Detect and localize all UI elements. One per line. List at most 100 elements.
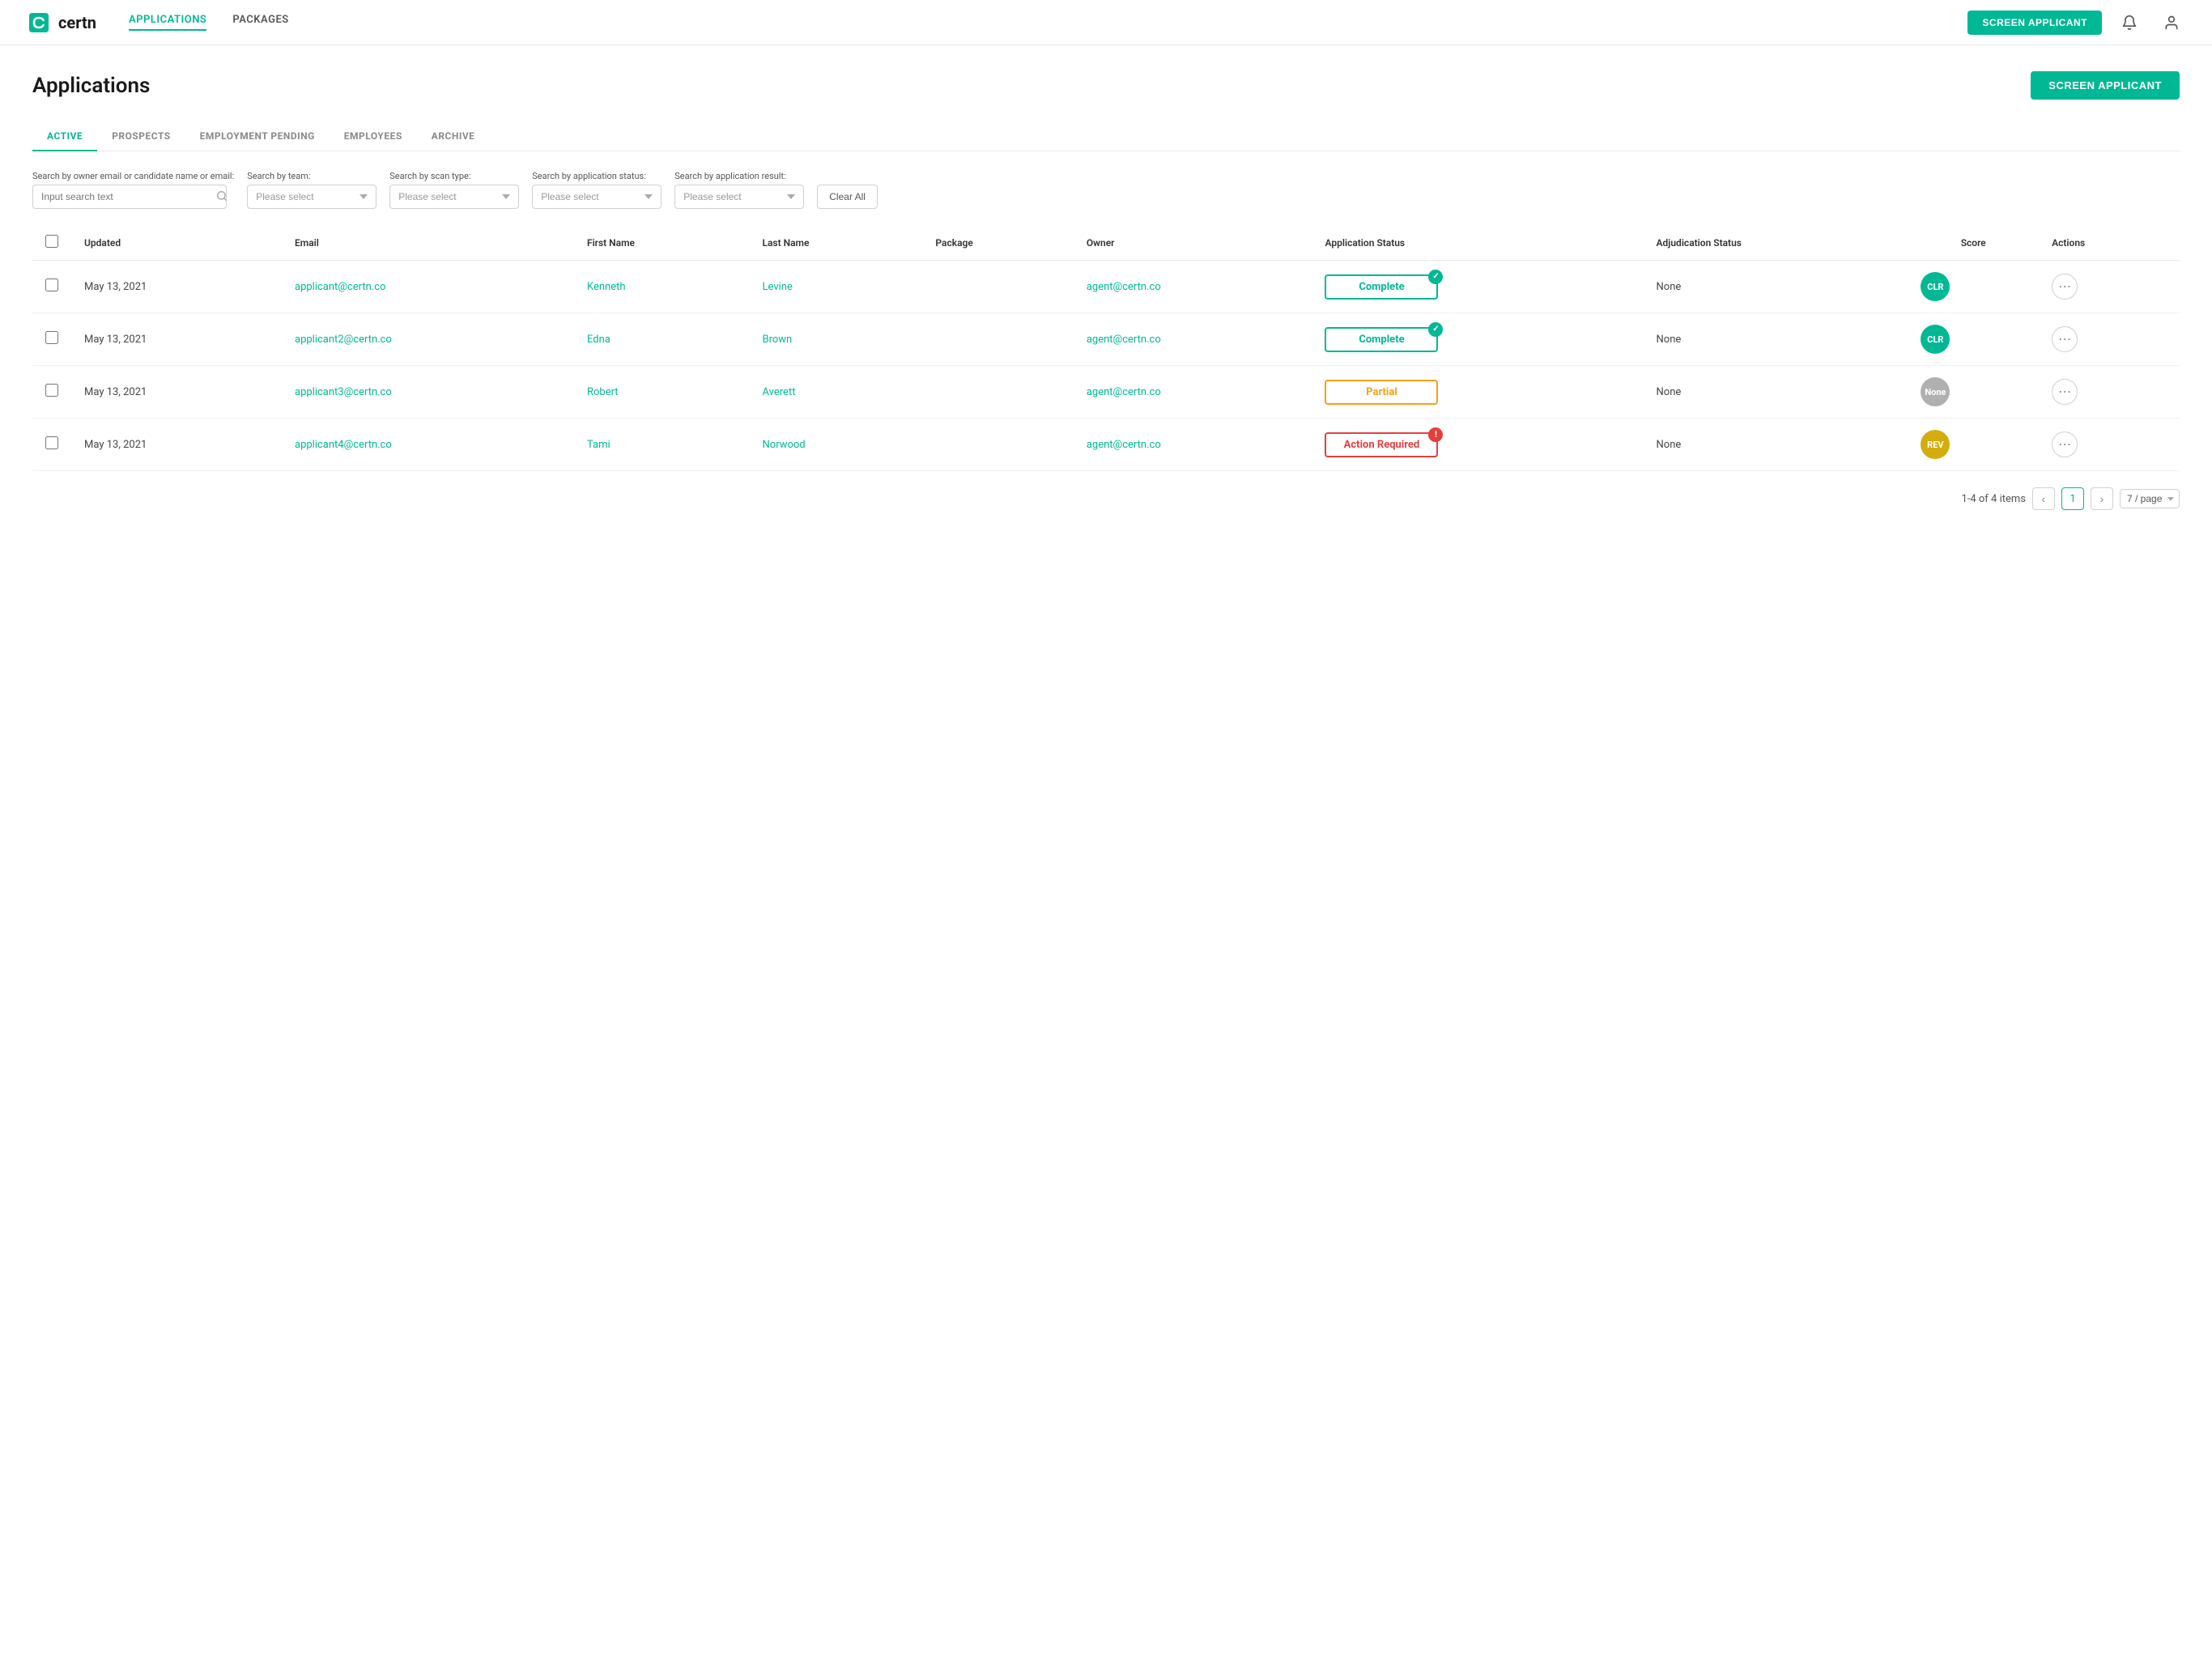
table-row: May 13, 2021 applicant2@certn.co Edna Br… (32, 313, 2180, 366)
nav-link-packages[interactable]: PACKAGES (232, 14, 288, 31)
pagination: 1-4 of 4 items ‹ 1 › 7 / page (32, 487, 2180, 510)
tab-employment-pending[interactable]: EMPLOYMENT PENDING (185, 122, 330, 151)
row-owner[interactable]: agent@certn.co (1074, 366, 1312, 419)
app-status-label: Search by application status: (532, 171, 661, 181)
team-label: Search by team: (247, 171, 376, 181)
row-updated: May 13, 2021 (71, 419, 282, 471)
brand-name: certn (58, 13, 96, 32)
score-badge: CLR (1921, 325, 1950, 354)
row-last-name[interactable]: Norwood (750, 419, 923, 471)
page-header: Applications SCREEN APPLICANT (32, 71, 2180, 100)
current-page[interactable]: 1 (2061, 487, 2084, 510)
row-last-name[interactable]: Brown (750, 313, 923, 366)
row-app-status-cell: Partial (1312, 366, 1643, 419)
certn-logo-icon (26, 10, 52, 36)
row-last-name[interactable]: Averett (750, 366, 923, 419)
screen-applicant-button[interactable]: SCREEN APPLICANT (2031, 71, 2180, 100)
check-badge: ✓ (1428, 322, 1443, 337)
col-app-status: Application Status (1312, 225, 1643, 261)
select-all-checkbox[interactable] (45, 235, 58, 248)
row-checkbox[interactable] (45, 278, 58, 291)
page-title: Applications (32, 74, 150, 98)
col-score: Score (1908, 225, 2039, 261)
row-owner[interactable]: agent@certn.co (1074, 419, 1312, 471)
col-first-name: First Name (574, 225, 750, 261)
scan-type-select[interactable]: Please select (389, 185, 519, 209)
app-status-badge[interactable]: Complete ✓ (1325, 327, 1438, 352)
navbar-right: SCREEN APPLICANT (1967, 8, 2186, 37)
row-email[interactable]: applicant2@certn.co (282, 313, 574, 366)
search-input[interactable] (32, 185, 227, 209)
tab-prospects[interactable]: PROSPECTS (97, 122, 185, 151)
row-adj-status: None (1644, 313, 1908, 366)
row-updated: May 13, 2021 (71, 366, 282, 419)
col-adj-status: Adjudication Status (1644, 225, 1908, 261)
team-select[interactable]: Please select (247, 185, 376, 209)
search-button[interactable] (216, 190, 228, 204)
row-score-cell: REV (1908, 419, 2039, 471)
row-actions-button[interactable]: ⋯ (2052, 379, 2078, 405)
page: Applications SCREEN APPLICANT ACTIVE PRO… (0, 45, 2212, 536)
applications-table: Updated Email First Name Last Name Packa… (32, 225, 2180, 471)
tab-employees[interactable]: EMPLOYEES (330, 122, 417, 151)
next-page-button[interactable]: › (2091, 487, 2113, 510)
row-first-name[interactable]: Kenneth (574, 261, 750, 313)
row-email[interactable]: applicant4@certn.co (282, 419, 574, 471)
row-first-name[interactable]: Edna (574, 313, 750, 366)
clear-all-button[interactable]: Clear All (817, 185, 878, 209)
row-updated: May 13, 2021 (71, 313, 282, 366)
row-checkbox-cell (32, 419, 71, 471)
row-first-name[interactable]: Tami (574, 419, 750, 471)
profile-button[interactable] (2157, 8, 2186, 37)
app-status-filter-group: Search by application status: Please sel… (532, 171, 661, 209)
row-package (922, 366, 1073, 419)
row-checkbox[interactable] (45, 436, 58, 449)
filters: Search by owner email or candidate name … (32, 171, 2180, 209)
col-last-name: Last Name (750, 225, 923, 261)
app-status-select[interactable]: Please select (532, 185, 661, 209)
nav-link-applications[interactable]: APPLICATIONS (129, 14, 206, 31)
row-package (922, 313, 1073, 366)
row-app-status-cell: Action Required ! (1312, 419, 1643, 471)
row-actions-cell: ⋯ (2039, 261, 2180, 313)
row-actions-cell: ⋯ (2039, 366, 2180, 419)
nav-screen-applicant-button[interactable]: SCREEN APPLICANT (1967, 11, 2102, 35)
row-actions-button[interactable]: ⋯ (2052, 274, 2078, 300)
row-app-status-cell: Complete ✓ (1312, 313, 1643, 366)
row-adj-status: None (1644, 261, 1908, 313)
user-icon (2163, 15, 2180, 31)
navbar: certn APPLICATIONS PACKAGES SCREEN APPLI… (0, 0, 2212, 45)
table: Updated Email First Name Last Name Packa… (32, 225, 2180, 471)
row-checkbox[interactable] (45, 331, 58, 344)
score-badge: None (1921, 377, 1950, 406)
row-actions-button[interactable]: ⋯ (2052, 326, 2078, 352)
row-email[interactable]: applicant3@certn.co (282, 366, 574, 419)
row-actions-button[interactable]: ⋯ (2052, 432, 2078, 457)
tab-active[interactable]: ACTIVE (32, 122, 97, 151)
row-owner[interactable]: agent@certn.co (1074, 261, 1312, 313)
row-checkbox[interactable] (45, 384, 58, 397)
per-page-select[interactable]: 7 / page (2120, 489, 2180, 508)
row-adj-status: None (1644, 419, 1908, 471)
row-owner[interactable]: agent@certn.co (1074, 313, 1312, 366)
exclaim-badge: ! (1428, 427, 1443, 442)
row-first-name[interactable]: Robert (574, 366, 750, 419)
row-email[interactable]: applicant@certn.co (282, 261, 574, 313)
check-badge: ✓ (1428, 270, 1443, 284)
col-updated: Updated (71, 225, 282, 261)
navbar-left: certn APPLICATIONS PACKAGES (26, 10, 289, 36)
app-result-select[interactable]: Please select (674, 185, 804, 209)
app-status-badge[interactable]: Action Required ! (1325, 432, 1438, 457)
app-result-label: Search by application result: (674, 171, 804, 181)
prev-page-button[interactable]: ‹ (2032, 487, 2055, 510)
app-status-badge[interactable]: Complete ✓ (1325, 274, 1438, 300)
tabs: ACTIVE PROSPECTS EMPLOYMENT PENDING EMPL… (32, 122, 2180, 151)
select-all-header (32, 225, 71, 261)
tab-archive[interactable]: ARCHIVE (417, 122, 490, 151)
row-last-name[interactable]: Levine (750, 261, 923, 313)
notifications-button[interactable] (2115, 8, 2144, 37)
row-checkbox-cell (32, 261, 71, 313)
app-status-badge[interactable]: Partial (1325, 380, 1438, 405)
search-filter-group: Search by owner email or candidate name … (32, 171, 234, 209)
nav-links: APPLICATIONS PACKAGES (129, 14, 289, 31)
